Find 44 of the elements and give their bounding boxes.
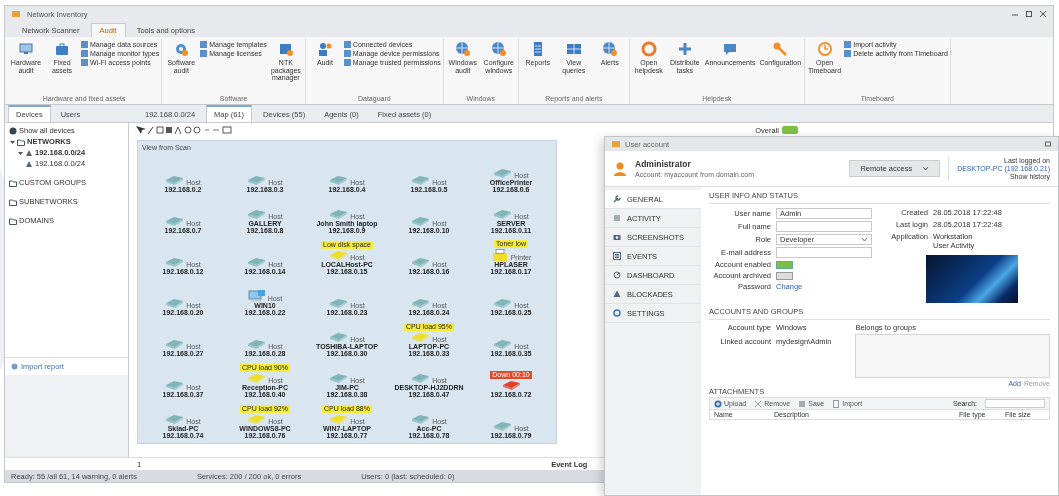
user-avatar-icon xyxy=(613,161,627,176)
folder-icon xyxy=(9,197,17,206)
warning-icon xyxy=(613,290,621,298)
text-field[interactable] xyxy=(776,221,872,232)
save-icon xyxy=(798,399,807,408)
key-icon xyxy=(772,41,789,57)
gear-icon xyxy=(173,41,190,57)
app-icon xyxy=(611,139,621,149)
overall-toggle[interactable] xyxy=(782,126,798,134)
gear-icon xyxy=(613,309,621,317)
search-field[interactable] xyxy=(985,399,1045,408)
globe-icon xyxy=(454,41,471,57)
folder-icon xyxy=(9,178,17,187)
maximize-icon xyxy=(1025,10,1033,18)
folder-icon xyxy=(17,137,25,146)
globe-icon xyxy=(601,41,618,57)
camera-icon xyxy=(613,233,621,241)
caret-icon xyxy=(922,165,930,172)
list-icon xyxy=(613,252,621,260)
remove-icon xyxy=(754,399,763,408)
table-icon xyxy=(565,41,582,57)
lifebuoy-icon xyxy=(640,41,657,57)
person-icon xyxy=(316,41,333,57)
document-icon xyxy=(832,399,841,408)
briefcase-icon xyxy=(54,41,70,57)
map-toolbar-icon xyxy=(135,125,233,135)
package-icon xyxy=(277,41,294,57)
wrench-icon xyxy=(613,195,621,203)
caret-icon xyxy=(861,236,868,243)
toggle-switch[interactable] xyxy=(776,260,793,269)
monitor-icon xyxy=(18,41,34,57)
close-icon xyxy=(1039,10,1047,18)
clock-icon xyxy=(816,41,833,57)
user-name: Administrator xyxy=(635,159,692,169)
chat-icon xyxy=(722,41,739,57)
globe-icon xyxy=(490,41,507,57)
folder-icon xyxy=(9,216,17,225)
maximize-icon xyxy=(1044,140,1052,148)
text-field[interactable] xyxy=(776,247,872,258)
toggle-switch[interactable] xyxy=(776,271,793,280)
gauge-icon xyxy=(613,271,621,279)
globe-icon xyxy=(9,126,17,135)
app-icon xyxy=(11,9,21,19)
plus-icon xyxy=(676,41,693,57)
